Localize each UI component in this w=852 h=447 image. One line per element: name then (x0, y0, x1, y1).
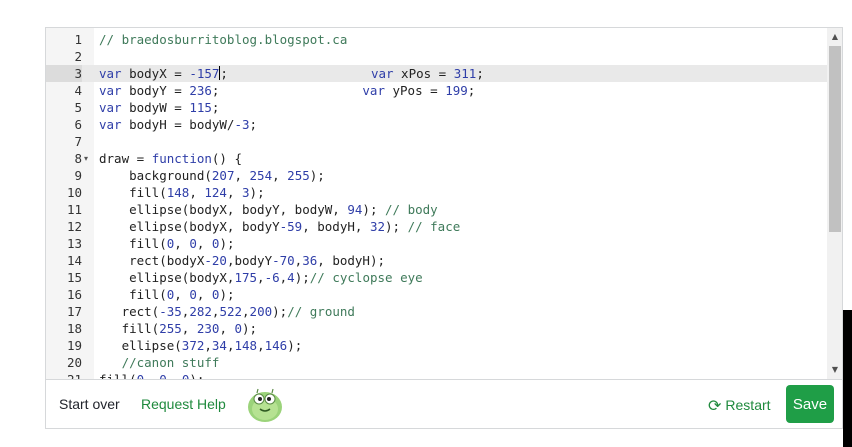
code-area[interactable]: 1 // braedosburritoblog.blogspot.ca 2 3 var … (46, 28, 827, 379)
code-text: ellipse(bodyX, bodyY, bodyW, 94); // bod… (99, 202, 438, 217)
code-text: var bodyH = bodyW/-3; (99, 117, 258, 132)
code-text: rect(bodyX-20,bodyY-70,36, bodyH); (99, 253, 385, 268)
text-cursor (219, 66, 221, 80)
scroll-down-icon[interactable]: ▼ (827, 363, 842, 377)
scroll-up-icon[interactable]: ▲ (827, 30, 842, 44)
code-text: ellipse(bodyX,175,-6,4);// cyclopse eye (99, 270, 423, 285)
code-line[interactable]: 8 ▾ draw = function() { (46, 150, 827, 167)
scrollbar-thumb[interactable] (829, 46, 841, 232)
code-line[interactable]: 21 fill(0, 0, 0); (46, 371, 827, 379)
code-line[interactable]: 9 background(207, 254, 255); (46, 167, 827, 184)
line-number: 4 (74, 83, 82, 98)
code-text: ellipse(bodyX, bodyY-59, bodyH, 32); // … (99, 219, 461, 234)
code-line[interactable]: 1 // braedosburritoblog.blogspot.ca (46, 31, 827, 48)
fold-arrow-icon[interactable]: ▾ (84, 150, 94, 167)
code-line[interactable]: 16 fill(0, 0, 0); (46, 286, 827, 303)
code-text: fill(255, 230, 0); (99, 321, 258, 336)
code-text: ellipse(372,34,148,146); (99, 338, 303, 353)
line-number: 8 (74, 151, 82, 166)
code-line[interactable]: 6 var bodyH = bodyW/-3; (46, 116, 827, 133)
line-number: 13 (66, 236, 82, 251)
code-line[interactable]: 20 //canon stuff (46, 354, 827, 371)
code-line[interactable]: 5 var bodyW = 115; (46, 99, 827, 116)
code-text: var bodyX = -157; var xPos = 311; (99, 66, 484, 81)
request-help-link[interactable]: Request Help (141, 396, 226, 412)
code-line[interactable]: 11 ellipse(bodyX, bodyY, bodyW, 94); // … (46, 201, 827, 218)
restart-label: Restart (725, 397, 771, 413)
code-line[interactable]: 4 var bodyY = 236; var yPos = 199; (46, 82, 827, 99)
line-number: 16 (66, 287, 82, 302)
line-number: 20 (66, 355, 82, 370)
code-line[interactable]: 3 var bodyX = -157; var xPos = 311; (46, 65, 827, 82)
line-number: 14 (66, 253, 82, 268)
line-number: 17 (66, 304, 82, 319)
code-text: rect(-35,282,522,200);// ground (99, 304, 355, 319)
line-number: 7 (74, 134, 82, 149)
code-line[interactable]: 14 rect(bodyX-20,bodyY-70,36, bodyH); (46, 252, 827, 269)
line-number: 2 (74, 49, 82, 64)
line-number: 6 (74, 117, 82, 132)
save-button[interactable]: Save (786, 385, 834, 423)
line-number: 9 (74, 168, 82, 183)
line-number: 1 (74, 32, 82, 47)
code-text: // braedosburritoblog.blogspot.ca (99, 32, 348, 47)
start-over-link[interactable]: Start over (59, 396, 120, 412)
window-edge (843, 310, 852, 447)
line-number: 15 (66, 270, 82, 285)
code-text: fill(0, 0, 0); (99, 371, 204, 379)
code-text: var bodyY = 236; var yPos = 199; (99, 83, 476, 98)
editor-footer: Start over Request Help ⟳ Restart Save (46, 379, 842, 428)
line-number: 3 (46, 65, 82, 82)
line-number: 21 (46, 371, 82, 379)
code-line[interactable]: 7 (46, 133, 827, 150)
code-text: draw = function() { (99, 151, 243, 166)
line-number: 11 (66, 202, 82, 217)
code-text: fill(0, 0, 0); (99, 236, 235, 251)
code-line[interactable]: 18 fill(255, 230, 0); (46, 320, 827, 337)
code-line[interactable]: 19 ellipse(372,34,148,146); (46, 337, 827, 354)
line-number: 19 (66, 338, 82, 353)
restart-button[interactable]: ⟳ Restart (708, 396, 771, 416)
code-line[interactable]: 13 fill(0, 0, 0); (46, 235, 827, 252)
code-line[interactable]: 15 ellipse(bodyX,175,-6,4);// cyclopse e… (46, 269, 827, 286)
code-line[interactable]: 17 rect(-35,282,522,200);// ground (46, 303, 827, 320)
code-text: fill(148, 124, 3); (99, 185, 265, 200)
code-text: //canon stuff (121, 355, 220, 370)
code-line[interactable]: 10 fill(148, 124, 3); (46, 184, 827, 201)
editor-scrollbar[interactable]: ▲ ▼ (827, 28, 842, 379)
restart-icon: ⟳ (708, 398, 722, 415)
code-line[interactable]: 12 ellipse(bodyX, bodyY-59, bodyH, 32); … (46, 218, 827, 235)
code-text: var bodyW = 115; (99, 100, 220, 115)
code-editor: 1 // braedosburritoblog.blogspot.ca 2 3 var … (45, 27, 843, 429)
line-number: 10 (66, 185, 82, 200)
line-number: 18 (66, 321, 82, 336)
hopper-mascot-icon[interactable] (245, 385, 285, 423)
code-text: background(207, 254, 255); (99, 168, 325, 183)
line-number: 12 (66, 219, 82, 234)
code-text: fill(0, 0, 0); (99, 287, 235, 302)
code-line[interactable]: 2 (46, 48, 827, 65)
line-number: 5 (74, 100, 82, 115)
